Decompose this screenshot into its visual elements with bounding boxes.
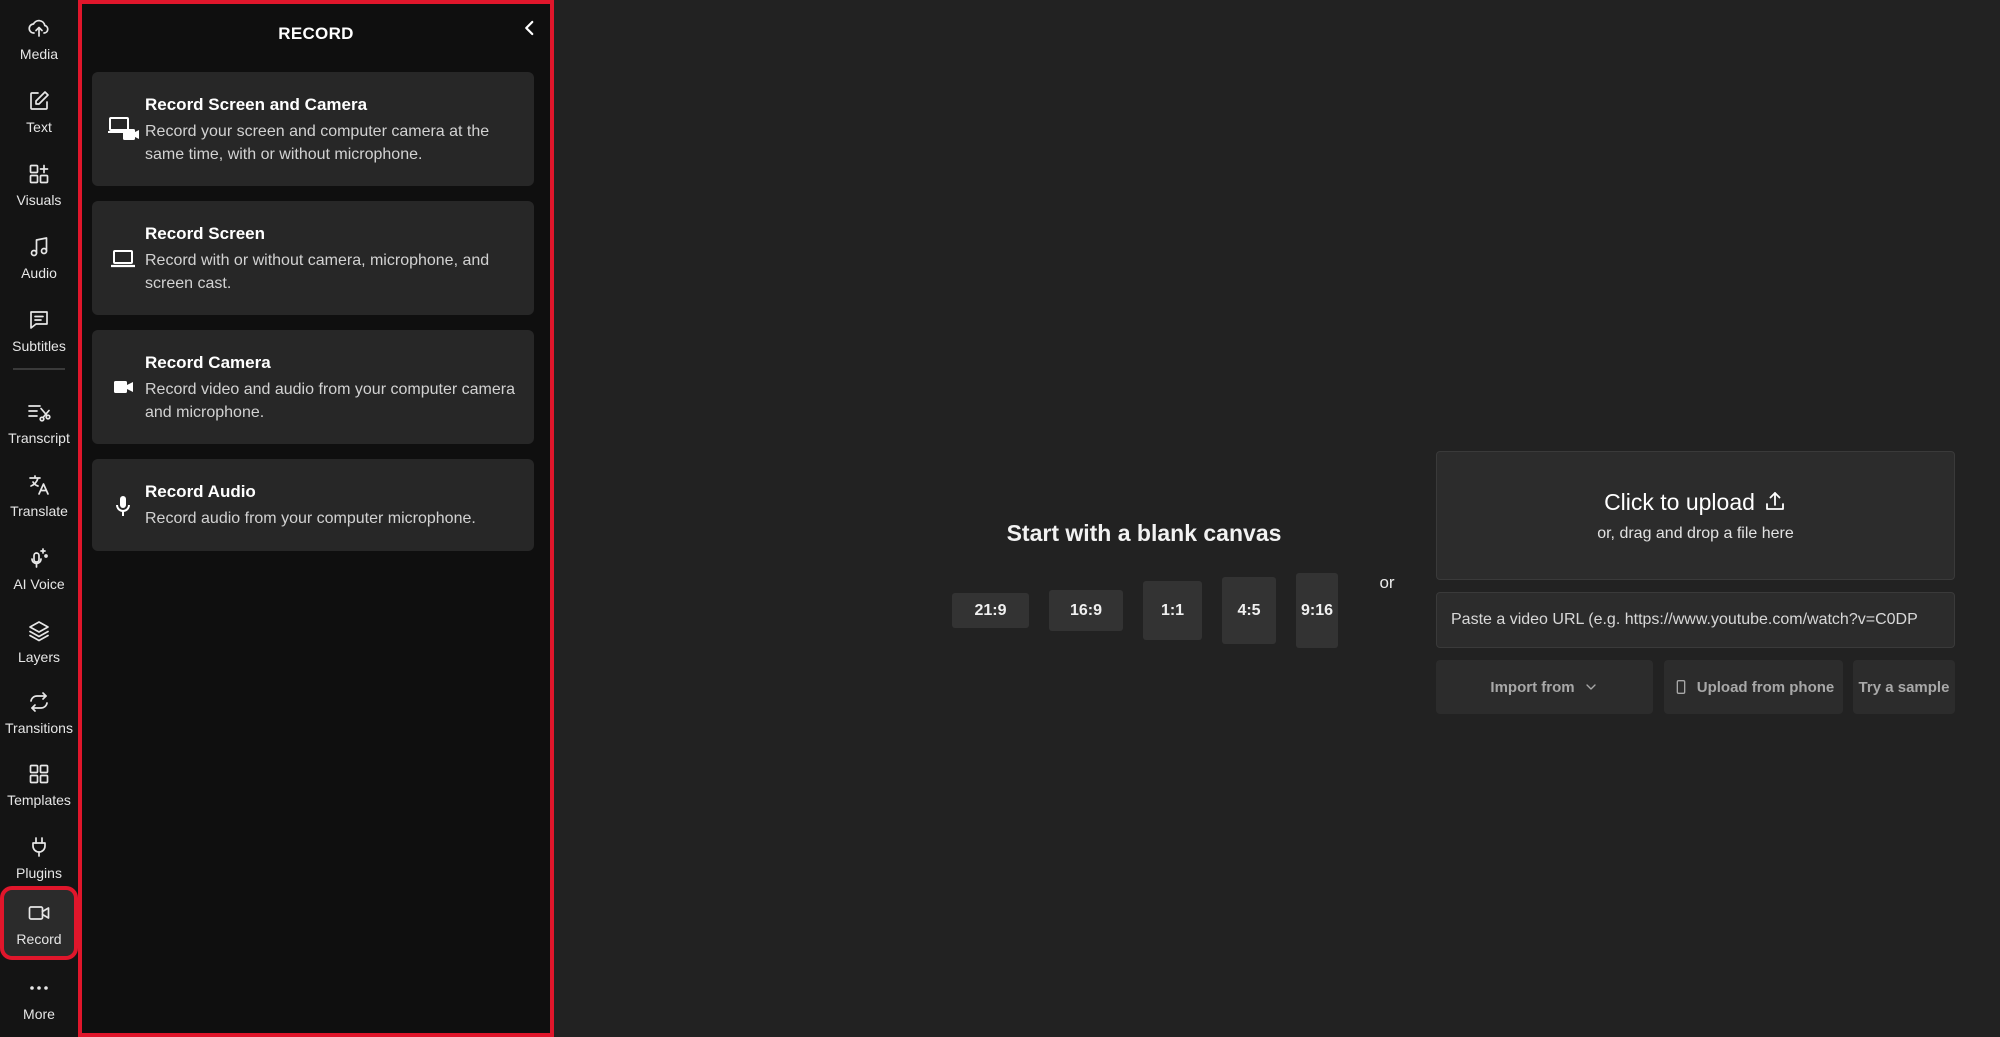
- speech-bubble-icon: [25, 306, 53, 334]
- collapse-panel-button[interactable]: [518, 16, 542, 40]
- card-title: Record Screen: [145, 224, 265, 243]
- record-audio-card[interactable]: Record Audio Record audio from your comp…: [92, 459, 534, 551]
- ratio-21-9-button[interactable]: 21:9: [952, 593, 1029, 628]
- upload-from-phone-button[interactable]: Upload from phone: [1664, 660, 1843, 714]
- card-description: Record audio from your computer micropho…: [145, 510, 476, 527]
- rail-item-record[interactable]: Record: [0, 886, 78, 960]
- record-panel: RECORD Record Screen and Camera Record y…: [78, 0, 554, 1037]
- music-note-icon: [25, 233, 53, 261]
- record-camera-card[interactable]: Record Camera Record video and audio fro…: [92, 330, 534, 444]
- rail-label-record: Record: [16, 931, 62, 947]
- transcript-scissors-icon: [25, 398, 53, 426]
- rail-item-visuals[interactable]: Visuals: [2, 151, 76, 217]
- microphone-icon: [104, 487, 142, 525]
- rail-label-plugins: Plugins: [16, 865, 62, 881]
- rail-item-media[interactable]: Media: [2, 5, 76, 71]
- shapes-icon: [25, 160, 53, 188]
- video-camera-icon: [25, 899, 53, 927]
- rail-label-layers: Layers: [17, 649, 61, 665]
- card-title: Record Screen and Camera: [145, 95, 368, 114]
- plug-icon: [25, 833, 53, 861]
- rail-divider: [13, 368, 65, 370]
- or-separator: or: [1379, 573, 1395, 592]
- camera-icon: [104, 368, 142, 406]
- upload-icon: [1755, 489, 1787, 515]
- import-from-label: Import from: [1490, 678, 1575, 696]
- ellipsis-icon: [25, 974, 53, 1002]
- rail-label-transitions: Transitions: [5, 720, 73, 736]
- video-url-input[interactable]: [1436, 592, 1955, 648]
- try-sample-label: Try a sample: [1858, 678, 1950, 696]
- card-description: Record with or without camera, microphon…: [145, 252, 490, 292]
- import-from-dropdown[interactable]: Import from: [1436, 660, 1653, 714]
- card-description: Record video and audio from your compute…: [145, 381, 515, 421]
- rail-item-templates[interactable]: Templates: [2, 751, 76, 817]
- rail-item-transitions[interactable]: Transitions: [2, 679, 76, 745]
- chevron-down-icon: [1583, 679, 1599, 695]
- left-rail: Media Text Visuals Audio Subtitles Trans…: [0, 0, 78, 1037]
- record-screen-card[interactable]: Record Screen Record with or without cam…: [92, 201, 534, 315]
- rail-label-media: Media: [19, 46, 59, 62]
- record-screen-camera-card[interactable]: Record Screen and Camera Record your scr…: [92, 72, 534, 186]
- translate-icon: [25, 471, 53, 499]
- rail-item-plugins[interactable]: Plugins: [2, 824, 76, 890]
- rail-item-translate[interactable]: Translate: [2, 462, 76, 528]
- rail-label-templates: Templates: [7, 792, 71, 808]
- upload-subtitle: or, drag and drop a file here: [1597, 525, 1794, 542]
- rail-item-more[interactable]: More: [2, 965, 76, 1031]
- panel-title: RECORD: [278, 24, 354, 43]
- card-description: Record your screen and computer camera a…: [145, 123, 490, 163]
- rail-label-ai-voice: AI Voice: [13, 576, 65, 592]
- rail-label-more: More: [23, 1006, 55, 1022]
- microphone-sparkle-icon: [25, 544, 53, 572]
- blank-canvas-title: Start with a blank canvas: [1006, 520, 1282, 546]
- chevron-left-icon: [521, 19, 539, 37]
- edit-text-icon: [25, 87, 53, 115]
- upload-from-phone-label: Upload from phone: [1696, 678, 1835, 696]
- card-title: Record Audio: [145, 482, 256, 501]
- layers-icon: [25, 617, 53, 645]
- grid-icon: [25, 760, 53, 788]
- try-sample-button[interactable]: Try a sample: [1853, 660, 1955, 714]
- rail-item-transcript[interactable]: Transcript: [2, 389, 76, 455]
- rail-item-ai-voice[interactable]: AI Voice: [2, 535, 76, 601]
- rail-item-audio[interactable]: Audio: [2, 224, 76, 290]
- upload-title: Click to upload: [1437, 489, 1954, 516]
- ratio-9-16-button[interactable]: 9:16: [1296, 573, 1338, 648]
- rail-item-subtitles[interactable]: Subtitles: [2, 297, 76, 363]
- rail-item-layers[interactable]: Layers: [2, 608, 76, 674]
- rail-label-transcript: Transcript: [8, 430, 70, 446]
- rail-label-text: Text: [26, 119, 52, 135]
- card-title: Record Camera: [145, 353, 271, 372]
- phone-icon: [1673, 679, 1689, 695]
- rail-label-audio: Audio: [21, 265, 57, 281]
- rail-item-text[interactable]: Text: [2, 78, 76, 144]
- upload-dropzone[interactable]: Click to upload or, drag and drop a file…: [1436, 451, 1955, 580]
- loop-arrows-icon: [25, 688, 53, 716]
- rail-label-translate: Translate: [10, 503, 68, 519]
- rail-label-subtitles: Subtitles: [12, 338, 66, 354]
- ratio-1-1-button[interactable]: 1:1: [1143, 581, 1202, 640]
- laptop-icon: [104, 239, 142, 277]
- upload-cloud-icon: [25, 14, 53, 42]
- upload-title-text: Click to upload: [1604, 489, 1755, 515]
- rail-label-visuals: Visuals: [16, 192, 62, 208]
- ratio-16-9-button[interactable]: 16:9: [1049, 590, 1123, 631]
- ratio-4-5-button[interactable]: 4:5: [1222, 577, 1276, 644]
- screen-camera-icon: [104, 110, 142, 148]
